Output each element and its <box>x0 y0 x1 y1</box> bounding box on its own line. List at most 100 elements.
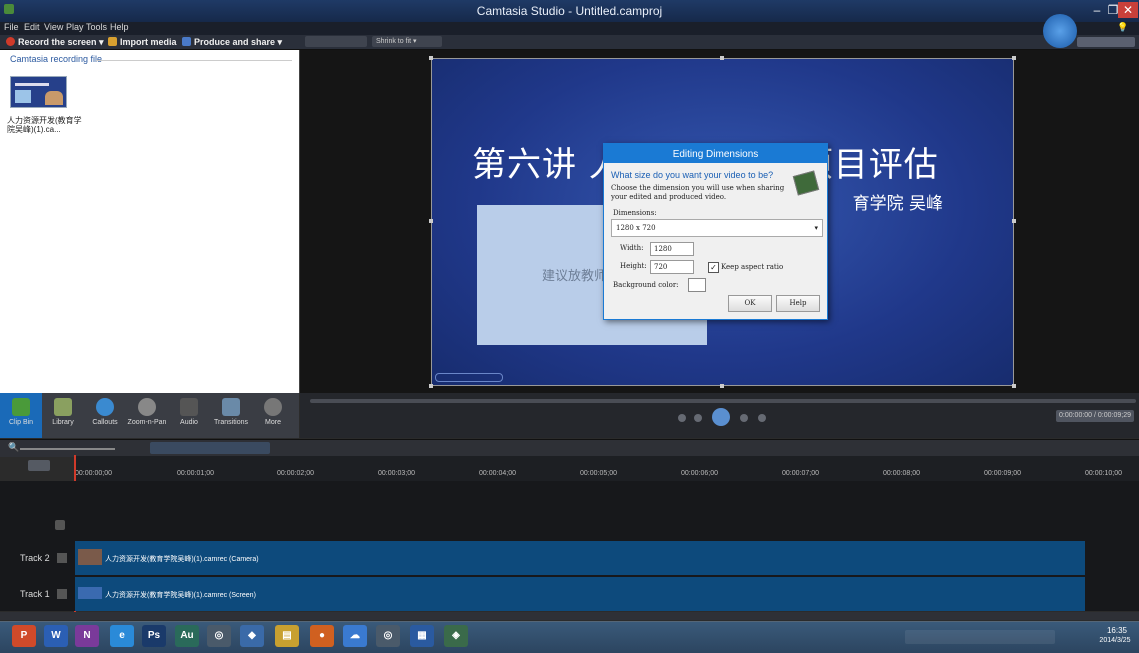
canvas-options-button[interactable] <box>305 36 367 47</box>
track-1-clip[interactable]: 人力资源开发(教育学院吴峰)(1).camrec (Screen) <box>75 577 1085 611</box>
tab-library[interactable]: Library <box>42 393 84 438</box>
add-track-button[interactable] <box>55 520 65 530</box>
help-icon[interactable]: 💡 <box>1117 22 1128 33</box>
clip-thumbnail[interactable] <box>10 76 67 108</box>
thumb-bar <box>15 83 49 86</box>
video-size-icon <box>792 170 820 196</box>
height-input[interactable]: 720 <box>650 260 694 274</box>
tab-label: Library <box>52 419 74 426</box>
next-clip-button[interactable] <box>758 414 766 422</box>
search-icon[interactable]: 🔍 <box>8 442 19 453</box>
resize-handle[interactable] <box>429 384 433 388</box>
tab-callouts[interactable]: Callouts <box>84 393 126 438</box>
previous-clip-button[interactable] <box>678 414 686 422</box>
menu-view[interactable]: View <box>44 22 63 32</box>
resize-handle[interactable] <box>429 56 433 60</box>
clip-name: 人力资源开发(教育学院吴峰)(1).camrec (Camera) <box>105 556 259 563</box>
keep-aspect-label: Keep aspect ratio <box>721 263 784 271</box>
zoom-slider[interactable] <box>20 448 115 450</box>
tab-transitions[interactable]: Transitions <box>210 393 252 438</box>
zoom-select[interactable]: Shrink to fit ▾ <box>372 36 442 47</box>
record-screen-button[interactable]: Record the screen ▾ <box>6 36 104 48</box>
disc-icon[interactable]: ◎ <box>207 625 231 647</box>
timeline-ruler[interactable]: 00:00:00;00 00:00:01;00 00:00:02;00 00:0… <box>75 456 1139 481</box>
close-button[interactable]: ✕ <box>1118 2 1138 18</box>
camtasia-studio-icon[interactable]: ◈ <box>444 625 468 647</box>
width-label: Width: <box>620 244 644 252</box>
seek-bar[interactable] <box>310 399 1136 403</box>
dialog-question: What size do you want your video to be? <box>611 170 774 180</box>
magnifier-icon <box>138 398 156 416</box>
dimensions-label: Dimensions: <box>613 209 657 217</box>
produce-share-button[interactable]: Produce and share ▾ <box>182 36 282 48</box>
tab-more[interactable]: More <box>252 393 294 438</box>
track-options-button[interactable] <box>57 553 67 563</box>
ok-button[interactable]: OK <box>728 295 772 312</box>
camtasia-recorder-icon[interactable]: ▦ <box>410 625 434 647</box>
keep-aspect-checkbox[interactable]: ✓ <box>708 262 719 273</box>
time-tick: 00:00:01;00 <box>177 470 214 477</box>
resize-handle[interactable] <box>1012 56 1016 60</box>
width-input[interactable]: 1280 <box>650 242 694 256</box>
track-label: Track 1 <box>20 589 50 599</box>
dimensions-select[interactable]: 1280 x 720 ▾ <box>611 219 823 237</box>
produce-icon <box>182 37 191 46</box>
powerpoint-icon[interactable]: P <box>12 625 36 647</box>
menu-play[interactable]: Play <box>66 22 84 32</box>
word-icon[interactable]: W <box>44 625 68 647</box>
view-mode-buttons[interactable] <box>1077 37 1135 47</box>
window-title: Camtasia Studio - Untitled.camproj <box>476 4 663 18</box>
file-explorer-icon[interactable]: ▤ <box>275 625 299 647</box>
resize-handle[interactable] <box>720 56 724 60</box>
menu-file[interactable]: File <box>4 22 19 32</box>
tab-label: Zoom-n-Pan <box>127 419 167 426</box>
clip-bin-panel: Camtasia recording file 人力资源开发(教育学院吴峰)(1… <box>0 50 300 393</box>
height-label: Height: <box>620 262 647 270</box>
tab-label: Callouts <box>92 419 118 426</box>
tab-label: Clip Bin <box>8 419 34 426</box>
tab-audio[interactable]: Audio <box>168 393 210 438</box>
track-options-button[interactable] <box>57 589 67 599</box>
resize-handle[interactable] <box>429 219 433 223</box>
play-button[interactable] <box>712 408 730 426</box>
timeline-scrollbar[interactable] <box>0 612 1139 620</box>
rewind-button[interactable] <box>694 414 702 422</box>
audition-icon[interactable]: Au <box>175 625 199 647</box>
onenote-icon[interactable]: N <box>75 625 99 647</box>
firefox-icon[interactable]: ● <box>310 625 334 647</box>
import-media-button[interactable]: Import media <box>108 36 177 48</box>
time-tick: 00:00:10;00 <box>1085 470 1122 477</box>
edit-tools[interactable] <box>150 442 270 454</box>
fast-forward-button[interactable] <box>740 414 748 422</box>
menu-help[interactable]: Help <box>110 22 129 32</box>
gear-icon[interactable] <box>28 460 50 471</box>
camera-clip-thumbnail <box>78 549 102 565</box>
system-tray[interactable] <box>905 630 1055 644</box>
dialog-title: Editing Dimensions <box>604 144 827 163</box>
timeline-toolbar: 🔍 <box>0 439 1139 457</box>
help-button[interactable]: Help <box>776 295 820 312</box>
python-icon[interactable]: ◆ <box>240 625 264 647</box>
resize-handle[interactable] <box>720 384 724 388</box>
track-2-clip[interactable]: 人力资源开发(教育学院吴峰)(1).camrec (Camera) <box>75 541 1085 575</box>
tab-zoom-n-pan[interactable]: Zoom-n-Pan <box>126 393 168 438</box>
resize-handle[interactable] <box>1012 384 1016 388</box>
time-tick: 00:00:02;00 <box>277 470 314 477</box>
thumb-face <box>45 91 63 105</box>
slide-subtitle: 育学院 吴峰 <box>852 194 943 214</box>
network-icon[interactable]: ☁ <box>343 625 367 647</box>
paint-bucket-icon[interactable] <box>688 278 706 292</box>
menu-edit[interactable]: Edit <box>24 22 40 32</box>
menu-tools[interactable]: Tools <box>86 22 107 32</box>
media-icon[interactable]: ◎ <box>376 625 400 647</box>
photoshop-icon[interactable]: Ps <box>142 625 166 647</box>
screen-clip-thumbnail <box>78 587 102 599</box>
track-1-header: Track 1 <box>0 577 75 611</box>
internet-explorer-icon[interactable]: e <box>110 625 134 647</box>
resize-handle[interactable] <box>1012 219 1016 223</box>
tab-clip-bin[interactable]: Clip Bin <box>0 393 42 438</box>
library-icon <box>54 398 72 416</box>
transitions-icon <box>222 398 240 416</box>
clip-bin-header: Camtasia recording file <box>10 54 103 64</box>
audio-icon <box>180 398 198 416</box>
